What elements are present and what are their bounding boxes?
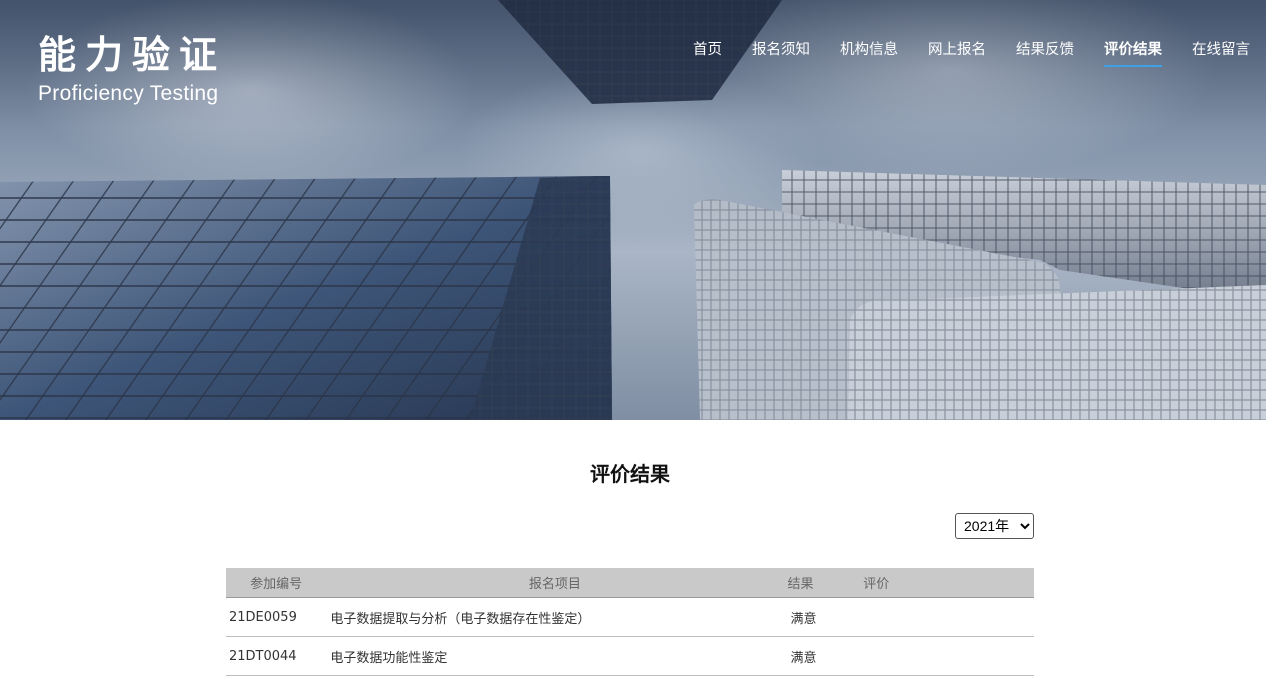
nav-item-institution-info[interactable]: 机构信息 xyxy=(840,38,898,67)
nav-item-home[interactable]: 首页 xyxy=(693,38,722,67)
header-evaluation: 评价 xyxy=(863,568,1034,598)
cell-evaluation xyxy=(863,636,1034,676)
cell-participation-id: 21DT0044 xyxy=(226,636,327,676)
table-row: 21DE0059 电子数据提取与分析（电子数据存在性鉴定） 满意 xyxy=(226,597,1034,637)
header-result: 结果 xyxy=(783,568,864,598)
cell-project: 电子数据功能性鉴定 xyxy=(326,636,784,676)
hero-banner: 能力验证 Proficiency Testing 首页 报名须知 机构信息 网上… xyxy=(0,0,1266,420)
header-project: 报名项目 xyxy=(326,568,784,598)
nav-item-online-registration[interactable]: 网上报名 xyxy=(928,38,986,67)
nav-item-result-feedback[interactable]: 结果反馈 xyxy=(1016,38,1074,67)
page-title: 评价结果 xyxy=(590,462,670,486)
nav-item-online-message[interactable]: 在线留言 xyxy=(1192,38,1250,67)
year-select[interactable]: 2021年 xyxy=(955,513,1034,539)
nav-item-evaluation-results[interactable]: 评价结果 xyxy=(1104,38,1162,67)
cell-result: 满意 xyxy=(783,636,864,676)
results-table: 参加编号 报名项目 结果 评价 21DE0059 电子数据提取与分析（电子数据存… xyxy=(226,568,1034,676)
cell-result: 满意 xyxy=(783,597,864,637)
cell-evaluation xyxy=(863,597,1034,637)
cell-participation-id: 21DE0059 xyxy=(226,597,327,637)
table-header-row: 参加编号 报名项目 结果 评价 xyxy=(226,568,1034,598)
main-nav: 首页 报名须知 机构信息 网上报名 结果反馈 评价结果 在线留言 xyxy=(693,38,1250,67)
table-row: 21DT0044 电子数据功能性鉴定 满意 xyxy=(226,636,1034,676)
brand-title-cn: 能力验证 xyxy=(38,33,227,77)
nav-item-registration-notice[interactable]: 报名须知 xyxy=(752,38,810,67)
cell-project: 电子数据提取与分析（电子数据存在性鉴定） xyxy=(326,597,784,637)
brand-title-en: Proficiency Testing xyxy=(38,82,219,105)
brand-logo[interactable]: 能力验证 Proficiency Testing xyxy=(38,32,226,108)
header-participation-id: 参加编号 xyxy=(226,568,327,598)
